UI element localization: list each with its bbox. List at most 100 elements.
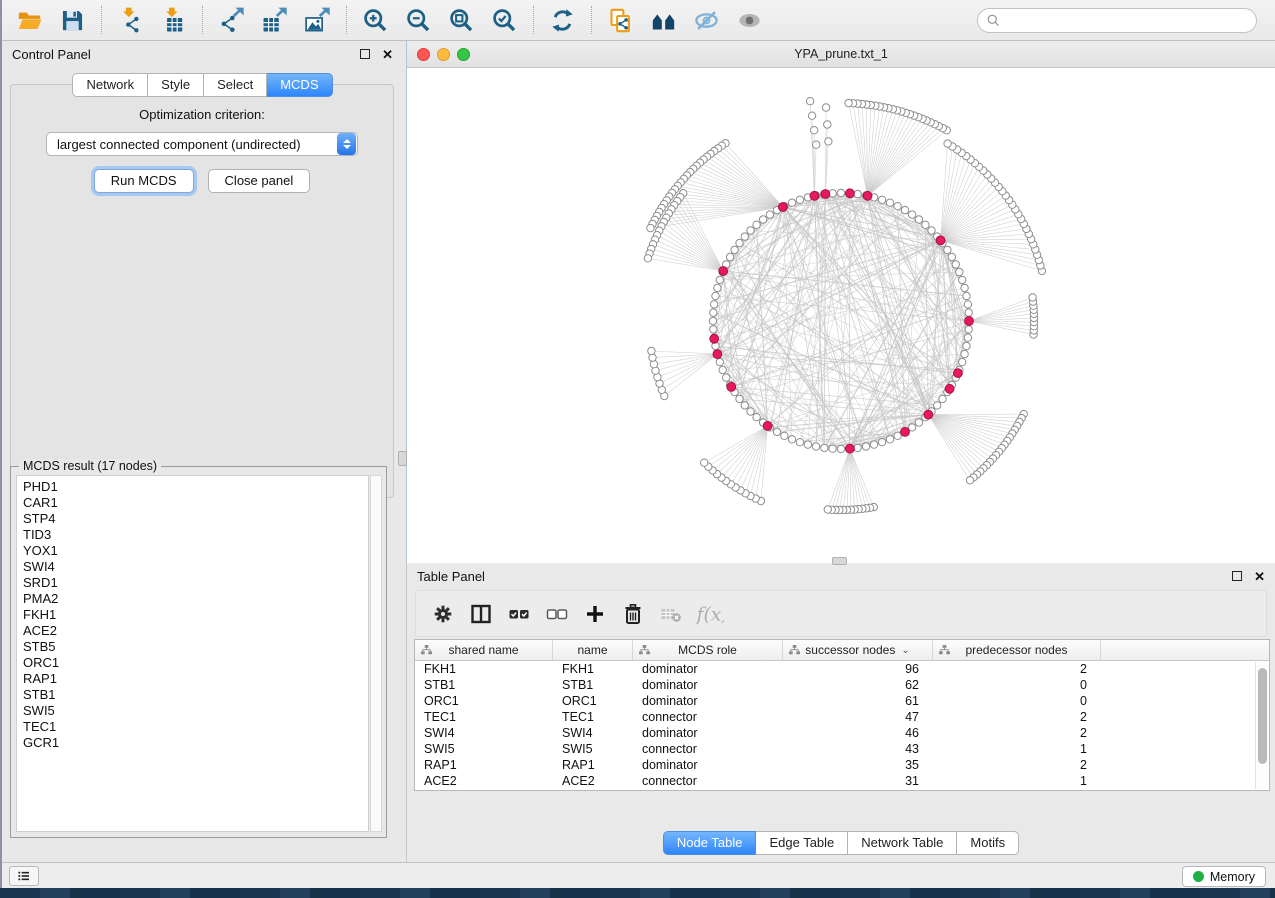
table-panel-header: Table Panel ✕ <box>407 563 1275 589</box>
memory-button[interactable]: Memory <box>1182 866 1266 887</box>
row-details-button[interactable] <box>9 866 39 886</box>
vertical-splitter-grip[interactable] <box>398 451 407 466</box>
save-icon[interactable] <box>51 2 94 38</box>
table-cell: FKH1 <box>415 662 553 676</box>
open-folder-icon[interactable] <box>8 2 51 38</box>
mapped-column-icon <box>421 644 432 658</box>
share-document-icon[interactable] <box>599 2 642 38</box>
zoom-fit-icon[interactable] <box>440 2 483 38</box>
table-cell: RAP1 <box>415 758 553 772</box>
zoom-out-icon[interactable] <box>397 2 440 38</box>
zoom-in-icon[interactable] <box>354 2 397 38</box>
mcds-result-item[interactable]: STP4 <box>23 511 368 527</box>
mcds-result-item[interactable]: STB5 <box>23 639 368 655</box>
mcds-result-list[interactable]: PHD1CAR1STP4TID3YOX1SWI4SRD1PMA2FKH1ACE2… <box>16 475 369 832</box>
mcds-result-item[interactable]: ORC1 <box>23 655 368 671</box>
column-header-successor-nodes[interactable]: successor nodes⌄ <box>783 640 933 660</box>
table-cell: dominator <box>633 662 783 676</box>
mcds-result-item[interactable]: FKH1 <box>23 607 368 623</box>
control-panel-header: Control Panel ✕ <box>2 41 403 67</box>
mcds-result-item[interactable]: RAP1 <box>23 671 368 687</box>
delete-column-icon[interactable] <box>614 596 652 632</box>
float-panel-icon[interactable] <box>360 49 370 59</box>
mcds-result-item[interactable]: PMA2 <box>23 591 368 607</box>
mcds-result-item[interactable]: TID3 <box>23 527 368 543</box>
import-network-icon[interactable] <box>109 2 152 38</box>
column-header-predecessor-nodes[interactable]: predecessor nodes <box>933 640 1101 660</box>
table-cell: ORC1 <box>415 694 553 708</box>
mcds-result-item[interactable]: TEC1 <box>23 719 368 735</box>
mcds-result-item[interactable]: YOX1 <box>23 543 368 559</box>
export-image-icon[interactable] <box>296 2 339 38</box>
mcds-result-item[interactable]: ACE2 <box>23 623 368 639</box>
table-cell: 1 <box>933 742 1101 756</box>
tab-motifs[interactable]: Motifs <box>957 831 1019 855</box>
column-header-name[interactable]: name <box>553 640 633 660</box>
export-table-icon[interactable] <box>253 2 296 38</box>
mcds-result-item[interactable]: SWI5 <box>23 703 368 719</box>
tab-network-table[interactable]: Network Table <box>848 831 957 855</box>
deselect-all-icon[interactable] <box>538 596 576 632</box>
import-table-icon[interactable] <box>152 2 195 38</box>
hide-details-icon[interactable] <box>685 2 728 38</box>
float-table-panel-icon[interactable] <box>1232 571 1242 581</box>
search-input[interactable] <box>1006 14 1248 28</box>
table-cell: SWI5 <box>415 742 553 756</box>
select-all-icon[interactable] <box>500 596 538 632</box>
export-network-icon[interactable] <box>210 2 253 38</box>
network-graph-canvas[interactable] <box>407 68 1275 563</box>
table-row[interactable]: YOX1YOX1connector291 <box>415 789 1269 791</box>
search-box[interactable] <box>977 8 1257 33</box>
run-mcds-button[interactable]: Run MCDS <box>94 169 194 193</box>
zoom-selected-icon[interactable] <box>483 2 526 38</box>
tab-mcds[interactable]: MCDS <box>267 73 332 97</box>
table-row[interactable]: ACE2ACE2connector311 <box>415 773 1269 789</box>
mcds-result-item[interactable]: PHD1 <box>23 479 368 495</box>
toolbar-separator <box>346 6 347 34</box>
mcds-list-scrollbar[interactable] <box>370 475 382 832</box>
table-cell: YOX1 <box>415 790 553 791</box>
columns-icon[interactable] <box>462 596 500 632</box>
tab-network[interactable]: Network <box>72 73 148 97</box>
mcds-result-item[interactable]: STB1 <box>23 687 368 703</box>
horizontal-splitter-grip[interactable] <box>832 557 847 565</box>
function-builder-icon[interactable]: f(x) <box>690 596 728 632</box>
close-panel-icon[interactable]: ✕ <box>382 48 393 61</box>
add-column-icon[interactable] <box>576 596 614 632</box>
table-row[interactable]: ORC1ORC1dominator610 <box>415 693 1269 709</box>
tab-edge-table[interactable]: Edge Table <box>756 831 848 855</box>
network-window-title: YPA_prune.txt_1 <box>407 47 1275 61</box>
settings-gear-icon[interactable] <box>424 596 462 632</box>
table-row[interactable]: STB1STB1dominator620 <box>415 677 1269 693</box>
close-panel-button[interactable]: Close panel <box>208 169 311 193</box>
table-cell: TEC1 <box>415 710 553 724</box>
table-cell: connector <box>633 774 783 788</box>
tab-node-table[interactable]: Node Table <box>663 831 757 855</box>
table-scrollbar[interactable] <box>1255 662 1268 789</box>
mcds-result-item[interactable]: SWI4 <box>23 559 368 575</box>
table-row[interactable]: FKH1FKH1dominator962 <box>415 661 1269 677</box>
tab-style[interactable]: Style <box>148 73 204 97</box>
table-row[interactable]: SWI4SWI4dominator462 <box>415 725 1269 741</box>
tab-select[interactable]: Select <box>204 73 267 97</box>
table-scrollbar-thumb[interactable] <box>1258 668 1267 764</box>
binoculars-icon[interactable] <box>642 2 685 38</box>
network-window-titlebar: YPA_prune.txt_1 <box>407 41 1275 68</box>
node-table: shared namenameMCDS rolesuccessor nodes⌄… <box>414 639 1270 791</box>
table-row[interactable]: SWI5SWI5connector431 <box>415 741 1269 757</box>
column-header-MCDS-role[interactable]: MCDS role <box>633 640 783 660</box>
mapped-column-icon <box>789 644 800 658</box>
mcds-result-item[interactable]: SRD1 <box>23 575 368 591</box>
table-row[interactable]: TEC1TEC1connector472 <box>415 709 1269 725</box>
close-table-panel-icon[interactable]: ✕ <box>1254 570 1265 583</box>
mcds-result-item[interactable]: GCR1 <box>23 735 368 751</box>
eye-icon[interactable] <box>728 2 771 38</box>
refresh-icon[interactable] <box>541 2 584 38</box>
mcds-result-item[interactable]: CAR1 <box>23 495 368 511</box>
table-row[interactable]: RAP1RAP1dominator352 <box>415 757 1269 773</box>
column-header-filler <box>1101 640 1269 660</box>
delete-table-disabled-icon[interactable] <box>652 596 690 632</box>
table-panel: Table Panel ✕ f(x) shared namenameMCDS r… <box>406 563 1275 862</box>
optimization-criterion-select[interactable]: largest connected component (undirected) <box>46 132 358 156</box>
column-header-shared-name[interactable]: shared name <box>415 640 553 660</box>
